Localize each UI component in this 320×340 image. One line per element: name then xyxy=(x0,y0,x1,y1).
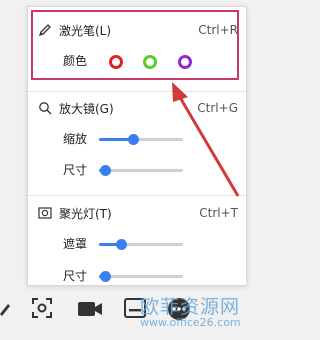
bottom-toolbar: 欧菲资源网 www.office26.com xyxy=(0,290,286,340)
camera-icon[interactable] xyxy=(76,298,104,320)
watermark-title: 欧菲资源网 xyxy=(140,296,241,318)
screenshot-icon[interactable] xyxy=(30,296,54,320)
watermark-url: www.office26.com xyxy=(140,316,241,329)
pen-icon[interactable] xyxy=(0,300,10,318)
annotation-arrow xyxy=(172,82,240,197)
